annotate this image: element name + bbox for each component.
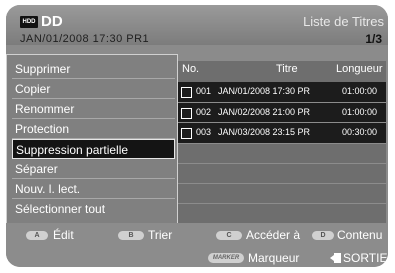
checkbox[interactable] xyxy=(181,87,192,98)
header: HDD DD JAN/01/2008 17:30 PR1 Liste de Ti… xyxy=(6,5,388,46)
row-title: JAN/03/2008 23:15 PR xyxy=(218,127,311,137)
row-number: 002 xyxy=(196,107,212,117)
row-title: JAN/01/2008 17:30 PR xyxy=(218,86,311,96)
checkbox[interactable] xyxy=(181,128,192,139)
row-length: 00:30:00 xyxy=(342,127,378,137)
edit-menu: Supprimer Copier Renommer Protection Sup… xyxy=(6,54,178,224)
exit-action-label[interactable]: SORTIE xyxy=(343,251,387,265)
goto-action-label[interactable]: Accéder à xyxy=(246,228,300,242)
menu-item-copier[interactable]: Copier xyxy=(12,79,175,99)
empty-row xyxy=(176,143,386,164)
content-action-label[interactable]: Contenu xyxy=(337,228,382,242)
empty-row xyxy=(176,183,386,204)
row-number: 001 xyxy=(196,86,212,96)
menu-item-suppression-partielle[interactable]: Suppression partielle xyxy=(12,139,175,159)
hdd-icon: HDD xyxy=(20,16,38,28)
checkbox[interactable] xyxy=(181,108,192,119)
row-title: JAN/02/2008 21:00 PR xyxy=(218,107,311,117)
current-title-info: JAN/01/2008 17:30 PR1 xyxy=(20,33,150,45)
b-button-icon: B xyxy=(118,231,144,240)
marker-action-label[interactable]: Marqueur xyxy=(248,251,299,265)
menu-item-nouvelle-liste-lecture[interactable]: Nouv. l. lect. xyxy=(12,179,175,199)
menu-item-protection[interactable]: Protection xyxy=(12,119,175,139)
table-row[interactable]: 002 JAN/02/2008 21:00 PR 01:00:00 xyxy=(176,102,386,123)
column-header-title: Titre xyxy=(276,63,298,75)
screen-title: Liste de Titres xyxy=(303,14,384,29)
sort-action-label[interactable]: Trier xyxy=(148,228,172,242)
column-header-length: Longueur xyxy=(336,63,383,75)
d-button-icon: D xyxy=(312,231,334,240)
empty-row xyxy=(176,163,386,184)
empty-row xyxy=(176,203,386,224)
table-row[interactable]: 001 JAN/01/2008 17:30 PR 01:00:00 xyxy=(176,82,386,102)
exit-icon xyxy=(330,253,341,263)
edit-action-label[interactable]: Édit xyxy=(53,228,74,242)
row-length: 01:00:00 xyxy=(342,86,378,96)
menu-item-selectionner-tout[interactable]: Sélectionner tout xyxy=(12,199,175,219)
menu-item-separer[interactable]: Séparer xyxy=(12,159,175,179)
title-list: No. Titre Longueur 001 JAN/01/2008 17:30… xyxy=(176,61,386,223)
title-list-screen: HDD DD JAN/01/2008 17:30 PR1 Liste de Ti… xyxy=(6,5,388,267)
menu-item-renommer[interactable]: Renommer xyxy=(12,99,175,119)
c-button-icon: C xyxy=(216,231,242,240)
table-row[interactable]: 003 JAN/03/2008 23:15 PR 00:30:00 xyxy=(176,122,386,143)
column-header-no: No. xyxy=(182,63,200,75)
row-number: 003 xyxy=(196,127,212,137)
footer-bar: A Édit B Trier C Accéder à D Contenu MAR… xyxy=(6,223,388,267)
page-indicator: 1/3 xyxy=(365,32,382,46)
marker-button-icon: MARKER xyxy=(208,253,244,263)
menu-item-supprimer[interactable]: Supprimer xyxy=(12,59,175,79)
row-length: 01:00:00 xyxy=(342,107,378,117)
device-name: DD xyxy=(41,13,63,30)
a-button-icon: A xyxy=(26,231,48,240)
